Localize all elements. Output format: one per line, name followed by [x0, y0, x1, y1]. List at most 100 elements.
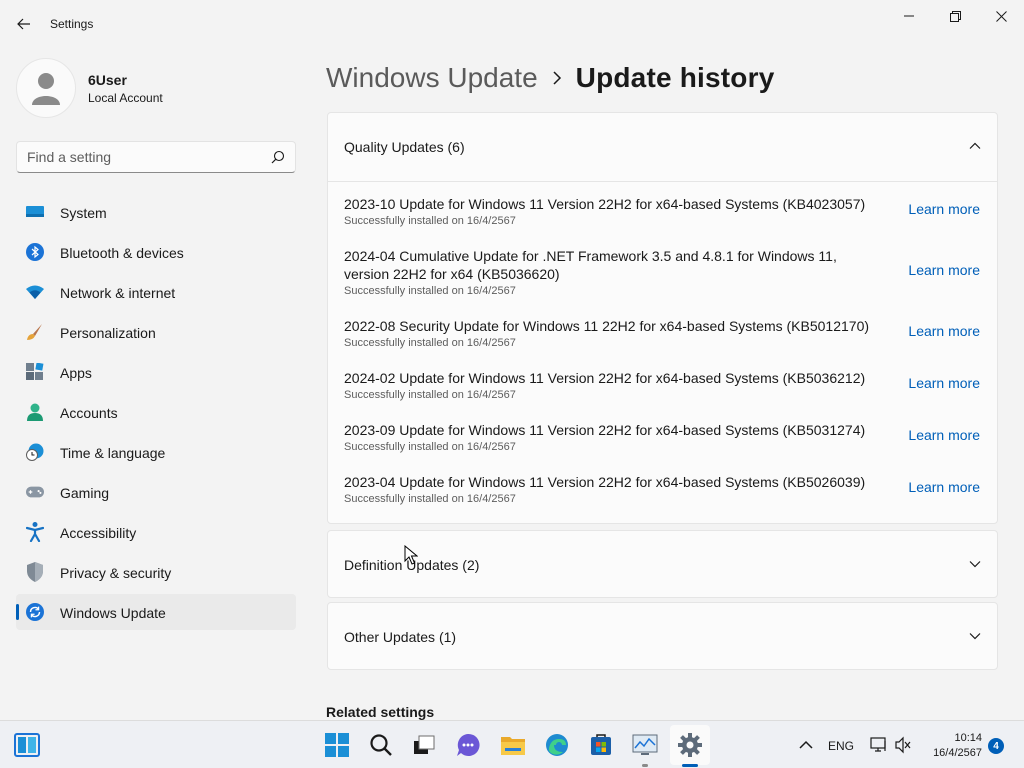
minimize-button[interactable] — [886, 0, 932, 32]
task-view-button[interactable] — [410, 731, 438, 759]
update-status: Successfully installed on 16/4/2567 — [344, 285, 516, 297]
gear-icon — [678, 733, 702, 757]
learn-more-link[interactable]: Learn more — [908, 375, 980, 391]
sidebar-item-label: Accessibility — [60, 525, 137, 541]
update-name: 2023-04 Update for Windows 11 Version 22… — [344, 474, 866, 490]
accounts-icon — [26, 403, 44, 421]
clock-time: 10:14 — [954, 732, 982, 744]
sidebar-item-time-language[interactable]: Time & language — [16, 434, 296, 470]
store-icon — [591, 734, 611, 755]
update-status: Successfully installed on 16/4/2567 — [344, 215, 516, 227]
active-app-indicator — [682, 764, 698, 767]
volume-muted-icon[interactable] — [894, 736, 912, 754]
monitor-chart-icon — [632, 734, 658, 755]
person-icon — [32, 73, 60, 105]
sidebar-item-personalization[interactable]: Personalization — [16, 314, 296, 350]
update-status: Successfully installed on 16/4/2567 — [344, 493, 516, 505]
sidebar-item-network[interactable]: Network & internet — [16, 274, 296, 310]
sidebar-item-label: Personalization — [60, 325, 156, 341]
chat-button[interactable] — [454, 731, 482, 759]
taskbar-search-button[interactable] — [367, 731, 395, 759]
folder-icon — [501, 737, 525, 755]
sidebar-item-apps[interactable]: Apps — [16, 354, 296, 390]
update-item: 2023-09 Update for Windows 11 Version 22… — [328, 409, 997, 461]
back-button[interactable] — [10, 10, 38, 38]
update-item: 2023-10 Update for Windows 11 Version 22… — [328, 183, 997, 235]
shield-icon — [26, 562, 44, 582]
start-button[interactable] — [323, 731, 351, 759]
sidebar-item-label: Accounts — [60, 405, 118, 421]
sidebar-item-privacy-security[interactable]: Privacy & security — [16, 554, 296, 590]
sidebar-item-label: System — [60, 205, 107, 221]
file-explorer-button[interactable] — [499, 731, 527, 759]
sidebar-item-accessibility[interactable]: Accessibility — [16, 514, 296, 550]
definition-updates-section[interactable]: Definition Updates (2) — [327, 530, 998, 598]
store-button[interactable] — [587, 731, 615, 759]
sidebar-item-label: Apps — [60, 365, 92, 381]
sidebar-item-bluetooth[interactable]: Bluetooth & devices — [16, 234, 296, 270]
widgets-button[interactable] — [14, 733, 40, 757]
update-item: 2024-02 Update for Windows 11 Version 22… — [328, 357, 997, 409]
network-monitor-icon[interactable] — [870, 736, 888, 754]
learn-more-link[interactable]: Learn more — [908, 323, 980, 339]
sidebar-item-accounts[interactable]: Accounts — [16, 394, 296, 430]
edge-browser-icon — [546, 734, 568, 756]
search-input[interactable] — [27, 142, 267, 172]
learn-more-link[interactable]: Learn more — [908, 201, 980, 217]
other-updates-header[interactable]: Other Updates (1) — [328, 603, 997, 669]
avatar — [16, 58, 76, 118]
sidebar-item-label: Network & internet — [60, 285, 176, 301]
quality-updates-header[interactable]: Quality Updates (6) — [328, 113, 997, 182]
mouse-cursor-icon — [404, 545, 418, 565]
breadcrumb-parent[interactable]: Windows Update — [326, 62, 538, 94]
section-title: Quality Updates (6) — [344, 139, 465, 155]
system-clock[interactable]: 10:14 16/4/2567 — [920, 731, 982, 761]
chat-icon — [457, 733, 480, 756]
close-icon — [995, 10, 1007, 22]
input-language[interactable]: ENG — [828, 739, 854, 753]
update-item: 2024-04 Cumulative Update for .NET Frame… — [328, 235, 997, 305]
restore-button[interactable] — [932, 0, 978, 32]
close-button[interactable] — [978, 0, 1024, 32]
settings-app-icon-button[interactable] — [676, 731, 704, 759]
quality-updates-section: Quality Updates (6) 2023-10 Update for W… — [327, 112, 998, 524]
windows-logo-icon — [325, 733, 349, 757]
bluetooth-icon — [26, 243, 44, 261]
other-updates-section[interactable]: Other Updates (1) — [327, 602, 998, 670]
sidebar-item-label: Time & language — [60, 445, 166, 461]
sidebar-item-windows-update[interactable]: Windows Update — [16, 594, 296, 630]
learn-more-link[interactable]: Learn more — [908, 479, 980, 495]
restore-icon — [949, 10, 961, 22]
sidebar-item-gaming[interactable]: Gaming — [16, 474, 296, 510]
apps-icon — [26, 363, 44, 381]
edge-button[interactable] — [543, 731, 571, 759]
widgets-icon — [14, 733, 40, 757]
update-name: 2022-08 Security Update for Windows 11 2… — [344, 318, 870, 334]
photos-app-button[interactable] — [631, 731, 659, 759]
user-profile[interactable]: 6User Local Account — [16, 58, 296, 118]
related-settings-heading: Related settings — [326, 704, 435, 720]
update-name: 2024-02 Update for Windows 11 Version 22… — [344, 370, 866, 386]
definition-updates-header[interactable]: Definition Updates (2) — [328, 531, 997, 597]
search-icon — [370, 734, 392, 756]
chevron-down-icon — [969, 633, 981, 640]
learn-more-link[interactable]: Learn more — [908, 262, 980, 278]
search-box[interactable] — [16, 141, 296, 173]
clock-date: 16/4/2567 — [933, 747, 982, 759]
sidebar-item-system[interactable]: System — [16, 194, 296, 230]
app-title: Settings — [50, 17, 94, 31]
minimize-icon — [904, 15, 914, 17]
update-item: 2022-08 Security Update for Windows 11 2… — [328, 305, 997, 357]
update-item: 2023-04 Update for Windows 11 Version 22… — [328, 461, 997, 513]
learn-more-link[interactable]: Learn more — [908, 427, 980, 443]
windows-update-icon — [26, 603, 44, 621]
account-type: Local Account — [88, 91, 163, 105]
gamepad-icon — [26, 483, 44, 501]
page-title: Update history — [575, 62, 775, 93]
chevron-up-icon[interactable] — [798, 737, 814, 753]
notification-badge[interactable]: 4 — [988, 738, 1004, 754]
system-icon — [26, 203, 44, 221]
sidebar-item-label: Windows Update — [60, 605, 166, 621]
search-icon[interactable] — [271, 150, 285, 164]
update-list: 2023-10 Update for Windows 11 Version 22… — [328, 183, 997, 513]
